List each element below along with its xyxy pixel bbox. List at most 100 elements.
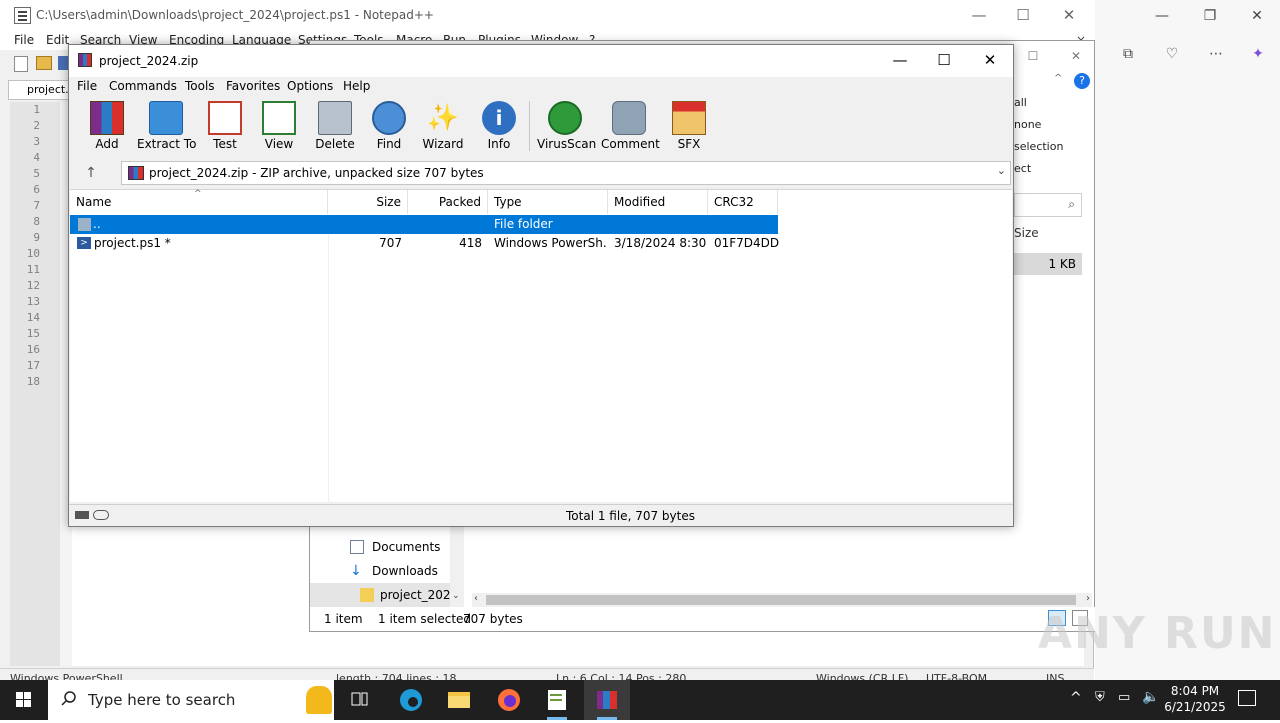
nav-documents[interactable]: Documents (310, 535, 450, 559)
comment-button[interactable]: Comment (601, 97, 660, 155)
line-number: 8 (33, 215, 40, 228)
archive-path-text: project_2024.zip - ZIP archive, unpacked… (149, 166, 484, 180)
invert-selection-button[interactable]: selection (1010, 136, 1094, 158)
edge-close-icon[interactable]: ✕ (1234, 0, 1280, 32)
help-icon[interactable]: ? (1074, 73, 1090, 89)
winrar-menu-help[interactable]: Help (343, 79, 370, 93)
key-icon (93, 510, 109, 520)
copilot-icon[interactable]: ✦ (1235, 38, 1280, 70)
column-header-name[interactable]: Name ^ (70, 189, 328, 214)
edge-minimize-icon[interactable]: — (1139, 0, 1185, 32)
scroll-down-icon[interactable]: ⌄ (452, 591, 460, 601)
collapse-ribbon-icon[interactable]: ^ (1054, 73, 1066, 85)
horizontal-scrollbar[interactable]: ‹ › (472, 593, 1092, 607)
browser-essentials-icon[interactable]: ♡ (1149, 38, 1195, 70)
winrar-menu-tools[interactable]: Tools (185, 79, 215, 93)
firefox-taskbar-icon[interactable] (486, 680, 532, 720)
line-number: 7 (33, 199, 40, 212)
winrar-taskbar-icon[interactable] (584, 680, 630, 720)
find-button[interactable]: Find (367, 97, 411, 155)
line-number: 6 (33, 183, 40, 196)
chevron-down-icon[interactable]: ⌄ (997, 164, 1006, 177)
extract-to-button[interactable]: Extract To (137, 97, 196, 155)
network-icon[interactable]: ▭ (1118, 690, 1130, 705)
explorer-maximize-icon[interactable]: ☐ (1010, 41, 1056, 71)
folder-icon (360, 588, 374, 602)
maximize-icon[interactable]: ☐ (1000, 0, 1046, 32)
open-file-icon[interactable] (36, 56, 52, 70)
line-number: 3 (33, 135, 40, 148)
winrar-menu-options[interactable]: Options (287, 79, 333, 93)
collections-icon[interactable]: ⧉ (1105, 38, 1151, 70)
taskbar-clock[interactable]: 8:04 PM 6/21/2025 (1160, 683, 1230, 715)
virusscan-button[interactable]: VirusScan (537, 97, 596, 155)
notepadpp-taskbar-icon[interactable] (534, 680, 580, 720)
nav-project-2024[interactable]: project_2024 (310, 583, 458, 607)
explorer-search-input[interactable]: ⌕ (1014, 193, 1082, 217)
npp-title: C:\Users\admin\Downloads\project_2024\pr… (36, 8, 434, 22)
search-highlight-flowers-icon (306, 686, 332, 714)
file-explorer-taskbar-icon[interactable] (436, 680, 482, 720)
task-view-icon[interactable] (336, 680, 382, 720)
wizard-button[interactable]: ✨ Wizard (421, 97, 465, 155)
winrar-close-icon[interactable]: ✕ (967, 45, 1013, 77)
taskbar-search-box[interactable]: Type here to search (48, 680, 334, 720)
more-options-icon[interactable]: ⋯ (1193, 38, 1239, 70)
column-header-size[interactable]: Size (328, 190, 408, 214)
add-icon (90, 101, 124, 135)
start-button[interactable] (0, 680, 48, 720)
column-header-modified[interactable]: Modified (608, 190, 708, 214)
column-header-crc32[interactable]: CRC32 (708, 190, 778, 214)
winrar-title: project_2024.zip (99, 54, 199, 68)
edge-restore-icon[interactable]: ❐ (1187, 0, 1233, 32)
notifications-icon[interactable] (1238, 690, 1256, 706)
column-header-type[interactable]: Type (488, 190, 608, 214)
edge-taskbar-icon[interactable] (388, 680, 434, 720)
parent-folder-icon (78, 218, 91, 231)
column-header-packed[interactable]: Packed (408, 190, 488, 214)
add-button[interactable]: Add (85, 97, 129, 155)
line-number: 1 (33, 103, 40, 116)
list-row-parent-folder[interactable]: .. File folder (70, 215, 778, 234)
name-column-area (70, 214, 328, 502)
winrar-minimize-icon[interactable]: — (877, 45, 923, 77)
size-column-header[interactable]: Size (1014, 226, 1039, 240)
menu-file[interactable]: File (14, 33, 34, 47)
line-number: 4 (33, 151, 40, 164)
archive-path-field[interactable]: project_2024.zip - ZIP archive, unpacked… (121, 161, 1011, 185)
search-placeholder: Type here to search (88, 691, 236, 709)
security-tray-icon[interactable]: ⛨ (1095, 690, 1105, 705)
select-none-button[interactable]: none (1010, 114, 1094, 136)
edge-window: — ❐ ✕ ⧉ ♡ ⋯ ✦ (1095, 0, 1280, 688)
documents-icon (350, 540, 364, 554)
menu-edit[interactable]: Edit (46, 33, 69, 47)
npp-titlebar[interactable]: C:\Users\admin\Downloads\project_2024\pr… (0, 0, 1094, 32)
winrar-menu-commands[interactable]: Commands (109, 79, 177, 93)
winrar-menu-file[interactable]: File (77, 79, 97, 93)
sfx-button[interactable]: SFX (667, 97, 711, 155)
winrar-maximize-icon[interactable]: ☐ (921, 45, 967, 77)
new-file-icon[interactable] (14, 56, 28, 72)
explorer-close-icon[interactable]: ✕ (1056, 41, 1096, 71)
test-button[interactable]: Test (203, 97, 247, 155)
close-icon[interactable]: ✕ (1046, 0, 1092, 32)
info-button[interactable]: i Info (477, 97, 521, 155)
scroll-right-icon[interactable]: › (1086, 593, 1090, 604)
show-hidden-icons-icon[interactable]: ^ (1070, 690, 1082, 706)
drive-icons (75, 510, 111, 521)
winrar-menu-favorites[interactable]: Favorites (226, 79, 280, 93)
list-row-project-ps1[interactable]: > project.ps1 * 707 418 Windows PowerSh.… (70, 234, 779, 253)
volume-icon[interactable]: 🔈 (1142, 689, 1159, 705)
scroll-left-icon[interactable]: ‹ (474, 593, 478, 604)
up-folder-icon[interactable]: ↑ (79, 163, 103, 183)
sort-arrow-icon: ^ (194, 189, 202, 199)
select-all-button[interactable]: all (1010, 92, 1094, 114)
nav-downloads[interactable]: ↓ Downloads (310, 559, 450, 583)
select-button[interactable]: ect (1010, 158, 1094, 180)
save-icon[interactable] (58, 56, 68, 70)
minimize-icon[interactable]: — (956, 0, 1002, 32)
winrar-titlebar[interactable]: project_2024.zip — ☐ ✕ (69, 45, 1013, 77)
scroll-thumb[interactable] (486, 595, 1076, 605)
delete-button[interactable]: Delete (313, 97, 357, 155)
view-button[interactable]: View (257, 97, 301, 155)
